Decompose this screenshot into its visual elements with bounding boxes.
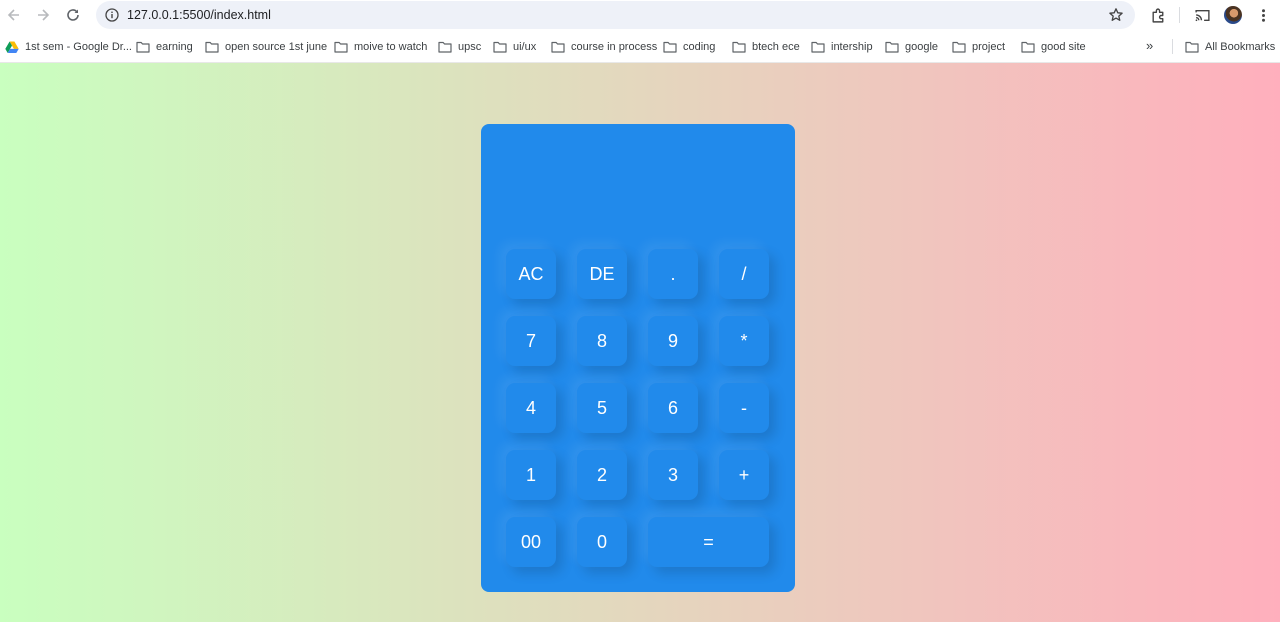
clear-button[interactable]: AC [506, 249, 556, 299]
folder-icon [1021, 41, 1035, 53]
bookmark-folder[interactable]: btech ece [732, 39, 800, 55]
subtract-button[interactable]: - [719, 383, 769, 433]
bookmark-label: project [972, 41, 1006, 53]
address-bar[interactable]: 127.0.0.1:5500/index.html [96, 1, 1135, 29]
digit-0-button[interactable]: 0 [577, 517, 627, 567]
browser-toolbar: 127.0.0.1:5500/index.html [0, 0, 1280, 31]
folder-icon [493, 41, 507, 53]
arrow-left-icon [7, 9, 19, 21]
digit-8-button[interactable]: 8 [577, 316, 627, 366]
bookmarks-bar: 1st sem - Google Dr... earning open sour… [0, 31, 1280, 63]
folder-icon [551, 41, 565, 53]
folder-icon [1185, 41, 1199, 53]
delete-button[interactable]: DE [577, 249, 627, 299]
folder-icon [811, 41, 825, 53]
bookmarks-divider [1172, 39, 1173, 54]
bookmark-label: intership [831, 41, 873, 53]
bookmark-label: google [905, 41, 939, 53]
multiply-button[interactable]: * [719, 316, 769, 366]
reload-button[interactable] [61, 4, 85, 26]
bookmark-folder[interactable]: project [952, 39, 1005, 55]
bookmark-label: coding [683, 41, 716, 53]
bookmark-folder[interactable]: open source 1st june [205, 39, 327, 55]
forward-button[interactable] [31, 4, 55, 26]
folder-icon [334, 41, 348, 53]
bookmark-star-icon[interactable] [1108, 7, 1124, 23]
folder-icon [205, 41, 219, 53]
calculator-display[interactable] [501, 154, 775, 214]
all-bookmarks-button[interactable]: All Bookmarks [1185, 39, 1275, 55]
folder-icon [438, 41, 452, 53]
digit-5-button[interactable]: 5 [577, 383, 627, 433]
kebab-menu-icon[interactable] [1254, 6, 1272, 24]
digit-6-button[interactable]: 6 [648, 383, 698, 433]
arrow-right-icon [38, 9, 50, 21]
extensions-icon[interactable] [1149, 6, 1167, 24]
bookmark-item[interactable]: 1st sem - Google Dr... [5, 39, 132, 55]
bookmark-folder[interactable]: google [885, 39, 938, 55]
info-icon[interactable] [105, 8, 119, 22]
bookmark-label: ui/ux [513, 41, 537, 53]
digit-9-button[interactable]: 9 [648, 316, 698, 366]
bookmark-label: good site [1041, 41, 1086, 53]
digit-3-button[interactable]: 3 [648, 450, 698, 500]
more-bookmarks-button[interactable]: » [1146, 38, 1153, 53]
bookmark-folder[interactable]: intership [811, 39, 873, 55]
page-background: AC DE . / 7 8 9 * 4 5 6 - 1 2 3 + 00 0 = [0, 63, 1280, 622]
folder-icon [732, 41, 746, 53]
bookmark-label: 1st sem - Google Dr... [25, 41, 132, 53]
decimal-button[interactable]: . [648, 249, 698, 299]
bookmark-folder[interactable]: earning [136, 39, 193, 55]
folder-icon [952, 41, 966, 53]
bookmark-label: earning [156, 41, 193, 53]
bookmark-folder[interactable]: ui/ux [493, 39, 536, 55]
digit-4-button[interactable]: 4 [506, 383, 556, 433]
folder-icon [136, 41, 150, 53]
profile-avatar[interactable] [1224, 6, 1242, 24]
bookmark-label: course in process [571, 41, 658, 53]
divide-button[interactable]: / [719, 249, 769, 299]
bookmark-label: upsc [458, 41, 482, 53]
double-zero-button[interactable]: 00 [506, 517, 556, 567]
digit-7-button[interactable]: 7 [506, 316, 556, 366]
back-button[interactable] [2, 4, 26, 26]
digit-1-button[interactable]: 1 [506, 450, 556, 500]
google-drive-icon [5, 41, 19, 53]
all-bookmarks-label: All Bookmarks [1205, 41, 1276, 53]
url-text[interactable]: 127.0.0.1:5500/index.html [127, 8, 271, 22]
bookmark-folder[interactable]: upsc [438, 39, 481, 55]
add-button[interactable]: + [719, 450, 769, 500]
bookmark-label: open source 1st june [225, 41, 328, 53]
digit-2-button[interactable]: 2 [577, 450, 627, 500]
reload-icon [67, 9, 79, 21]
bookmark-label: moive to watch [354, 41, 428, 53]
bookmark-folder[interactable]: good site [1021, 39, 1086, 55]
bookmark-folder[interactable]: coding [663, 39, 715, 55]
bookmark-label: btech ece [752, 41, 800, 53]
cast-icon[interactable] [1193, 6, 1211, 24]
bookmark-folder[interactable]: moive to watch [334, 39, 427, 55]
equals-button[interactable]: = [648, 517, 769, 567]
bookmark-folder[interactable]: course in process [551, 39, 657, 55]
calculator: AC DE . / 7 8 9 * 4 5 6 - 1 2 3 + 00 0 = [481, 124, 795, 592]
folder-icon [663, 41, 677, 53]
folder-icon [885, 41, 899, 53]
toolbar-divider [1179, 7, 1180, 23]
